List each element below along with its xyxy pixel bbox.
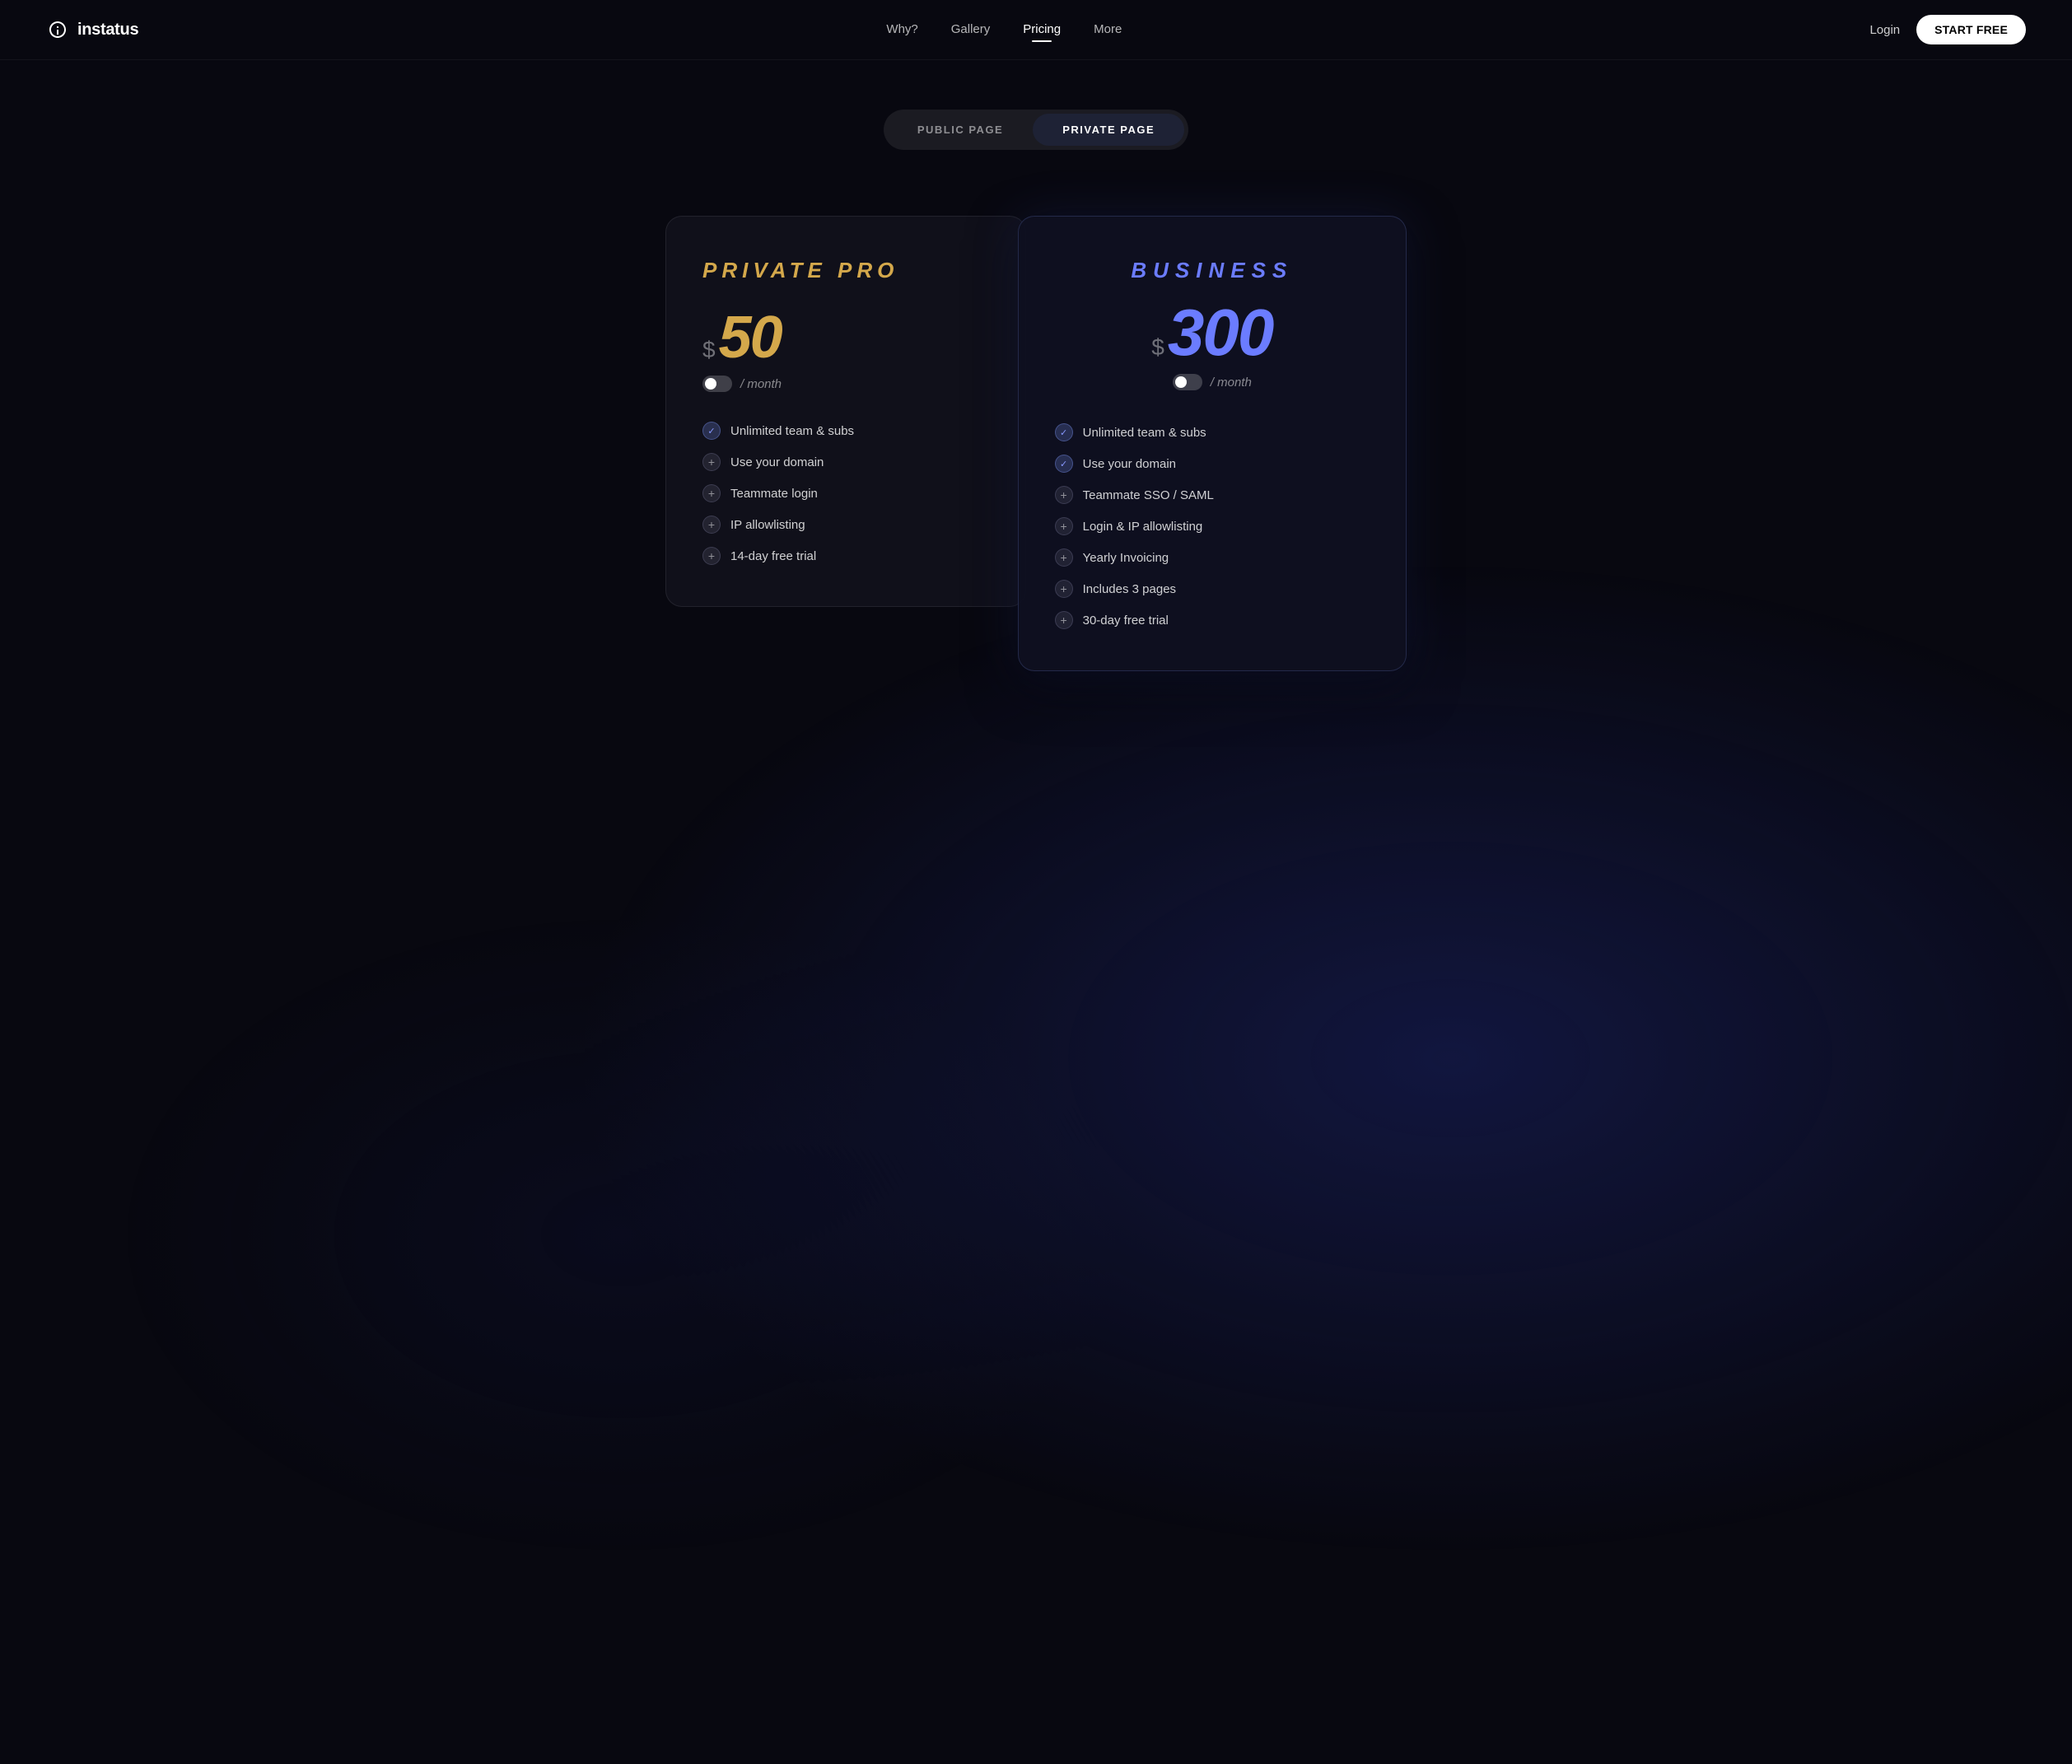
biz-feature-text-5: Yearly Invoicing <box>1083 551 1169 565</box>
plus-icon-3: + <box>702 484 721 502</box>
private-pro-currency: $ <box>702 337 716 363</box>
check-icon-1: ✓ <box>702 422 721 440</box>
biz-feature-item-3: + Teammate SSO / SAML <box>1055 486 1370 504</box>
business-features: ✓ Unlimited team & subs ✓ Use your domai… <box>1055 423 1370 629</box>
private-pro-card: PRIVATE PRO $ 50 / month ✓ Unlimited tea… <box>665 216 1026 607</box>
biz-plus-icon-3: + <box>1055 486 1073 504</box>
biz-feature-text-7: 30-day free trial <box>1083 614 1169 628</box>
feature-item-2: + Use your domain <box>702 453 989 471</box>
main-content: PUBLIC PAGE PRIVATE PAGE PRIVATE PRO $ 5… <box>0 60 2072 754</box>
biz-check-icon-1: ✓ <box>1055 423 1073 441</box>
biz-feature-text-2: Use your domain <box>1083 457 1176 471</box>
biz-feature-text-1: Unlimited team & subs <box>1083 426 1206 440</box>
biz-feature-item-5: + Yearly Invoicing <box>1055 548 1370 567</box>
plus-icon-2: + <box>702 453 721 471</box>
business-title: BUSINESS <box>1055 258 1370 283</box>
biz-check-icon-2: ✓ <box>1055 455 1073 473</box>
feature-text-5: 14-day free trial <box>730 549 816 563</box>
feature-item-5: + 14-day free trial <box>702 547 989 565</box>
business-billing-row: / month <box>1055 374 1370 390</box>
login-button[interactable]: Login <box>1869 23 1900 37</box>
nav-item-more[interactable]: More <box>1094 22 1122 37</box>
biz-plus-icon-5: + <box>1055 548 1073 567</box>
business-card: BUSINESS $ 300 / month ✓ Unlimited team … <box>1018 216 1407 671</box>
biz-feature-text-3: Teammate SSO / SAML <box>1083 488 1214 502</box>
nav-link-gallery[interactable]: Gallery <box>951 22 991 36</box>
biz-feature-item-6: + Includes 3 pages <box>1055 580 1370 598</box>
feature-text-1: Unlimited team & subs <box>730 424 854 438</box>
feature-item-1: ✓ Unlimited team & subs <box>702 422 989 440</box>
public-page-toggle[interactable]: PUBLIC PAGE <box>888 114 1033 146</box>
nav-actions: Login START FREE <box>1869 15 2026 44</box>
business-per-month: / month <box>1211 376 1252 390</box>
pricing-grid: PRIVATE PRO $ 50 / month ✓ Unlimited tea… <box>665 216 1407 671</box>
biz-feature-item-4: + Login & IP allowlisting <box>1055 517 1370 535</box>
biz-feature-text-4: Login & IP allowlisting <box>1083 520 1203 534</box>
private-pro-billing-row: / month <box>702 376 989 392</box>
biz-feature-item-2: ✓ Use your domain <box>1055 455 1370 473</box>
page-toggle: PUBLIC PAGE PRIVATE PAGE <box>884 110 1188 150</box>
biz-feature-text-6: Includes 3 pages <box>1083 582 1176 596</box>
private-pro-amount: 50 <box>719 308 782 367</box>
business-price-row: $ 300 <box>1055 300 1370 366</box>
nav-item-why[interactable]: Why? <box>886 22 917 37</box>
nav-link-why[interactable]: Why? <box>886 22 917 36</box>
logo-text: instatus <box>77 21 138 40</box>
logo-icon <box>46 18 69 41</box>
feature-item-3: + Teammate login <box>702 484 989 502</box>
private-pro-billing-toggle[interactable] <box>702 376 732 392</box>
biz-plus-icon-4: + <box>1055 517 1073 535</box>
biz-feature-item-1: ✓ Unlimited team & subs <box>1055 423 1370 441</box>
plus-icon-5: + <box>702 547 721 565</box>
logo[interactable]: instatus <box>46 18 138 41</box>
biz-feature-item-7: + 30-day free trial <box>1055 611 1370 629</box>
feature-item-4: + IP allowlisting <box>702 516 989 534</box>
biz-plus-icon-6: + <box>1055 580 1073 598</box>
plus-icon-4: + <box>702 516 721 534</box>
business-currency: $ <box>1151 334 1164 361</box>
feature-text-4: IP allowlisting <box>730 518 805 532</box>
private-pro-features: ✓ Unlimited team & subs + Use your domai… <box>702 422 989 565</box>
private-page-toggle[interactable]: PRIVATE PAGE <box>1033 114 1184 146</box>
feature-text-2: Use your domain <box>730 455 824 469</box>
nav-links: Why? Gallery Pricing More <box>886 22 1122 37</box>
private-pro-per-month: / month <box>740 377 782 391</box>
nav-item-pricing[interactable]: Pricing <box>1023 22 1061 37</box>
nav-link-pricing[interactable]: Pricing <box>1023 22 1061 36</box>
start-free-button[interactable]: START FREE <box>1916 15 2026 44</box>
business-billing-toggle[interactable] <box>1173 374 1202 390</box>
private-pro-title: PRIVATE PRO <box>702 258 989 283</box>
nav-item-gallery[interactable]: Gallery <box>951 22 991 37</box>
business-amount: 300 <box>1168 300 1272 366</box>
biz-plus-icon-7: + <box>1055 611 1073 629</box>
navbar: instatus Why? Gallery Pricing More Login… <box>0 0 2072 60</box>
feature-text-3: Teammate login <box>730 487 818 501</box>
nav-link-more[interactable]: More <box>1094 22 1122 36</box>
private-pro-price-row: $ 50 <box>702 308 989 367</box>
